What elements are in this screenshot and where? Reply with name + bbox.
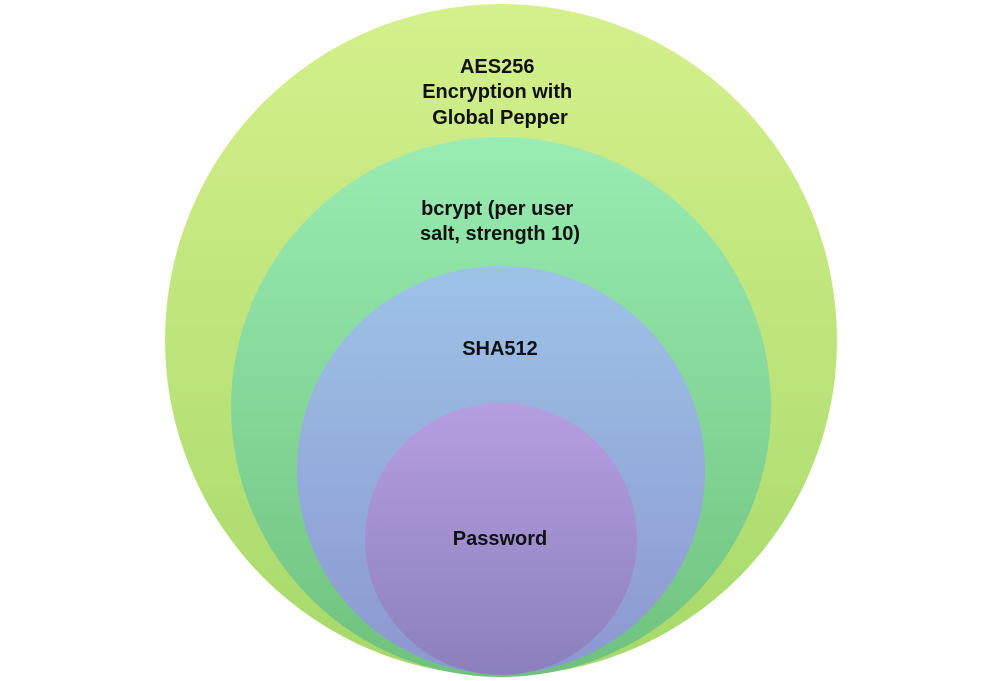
aes-label-line-2: Encryption with bbox=[422, 81, 572, 103]
sha512-layer-label: SHA512 bbox=[462, 338, 538, 360]
aes-label-line-3: Global Pepper bbox=[432, 107, 568, 129]
bcrypt-label-line-2: salt, strength 10) bbox=[420, 223, 580, 245]
bcrypt-label-line-1: bcrypt (per user bbox=[421, 198, 573, 220]
sha512-label-line-1: SHA512 bbox=[462, 338, 538, 360]
nested-circles-diagram: AES256 Encryption with Global Pepper bcr… bbox=[165, 4, 837, 677]
password-layer-label: Password bbox=[453, 528, 547, 550]
aes-label-line-1: AES256 bbox=[460, 56, 535, 78]
password-label-line-1: Password bbox=[453, 528, 547, 550]
